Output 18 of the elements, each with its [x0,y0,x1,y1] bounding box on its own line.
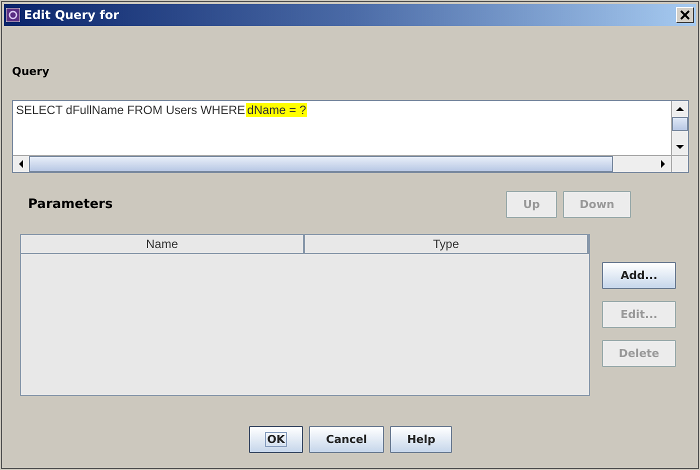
action-button[interactable]: Add... [602,262,676,289]
scroll-thumb[interactable] [29,156,613,172]
scroll-thumb[interactable] [672,117,688,131]
column-header[interactable]: Name [21,235,305,253]
window-title: Edit Query for [24,8,120,22]
highlighted-text: dName = ? [246,103,308,117]
column-header[interactable]: Type [305,235,589,253]
horizontal-scrollbar[interactable] [13,155,688,172]
query-text: SELECT dFullName FROM Users WHERE [15,103,246,117]
dialog-button[interactable]: OK [249,426,303,453]
vertical-scrollbar[interactable] [671,101,688,155]
dialog-button[interactable]: Cancel [309,426,384,453]
dialog-button[interactable]: Help [390,426,452,453]
parameters-label: Parameters [28,196,114,212]
app-icon [6,8,20,22]
close-icon [680,10,690,20]
close-button[interactable] [676,7,694,23]
query-label: Query [12,65,50,79]
